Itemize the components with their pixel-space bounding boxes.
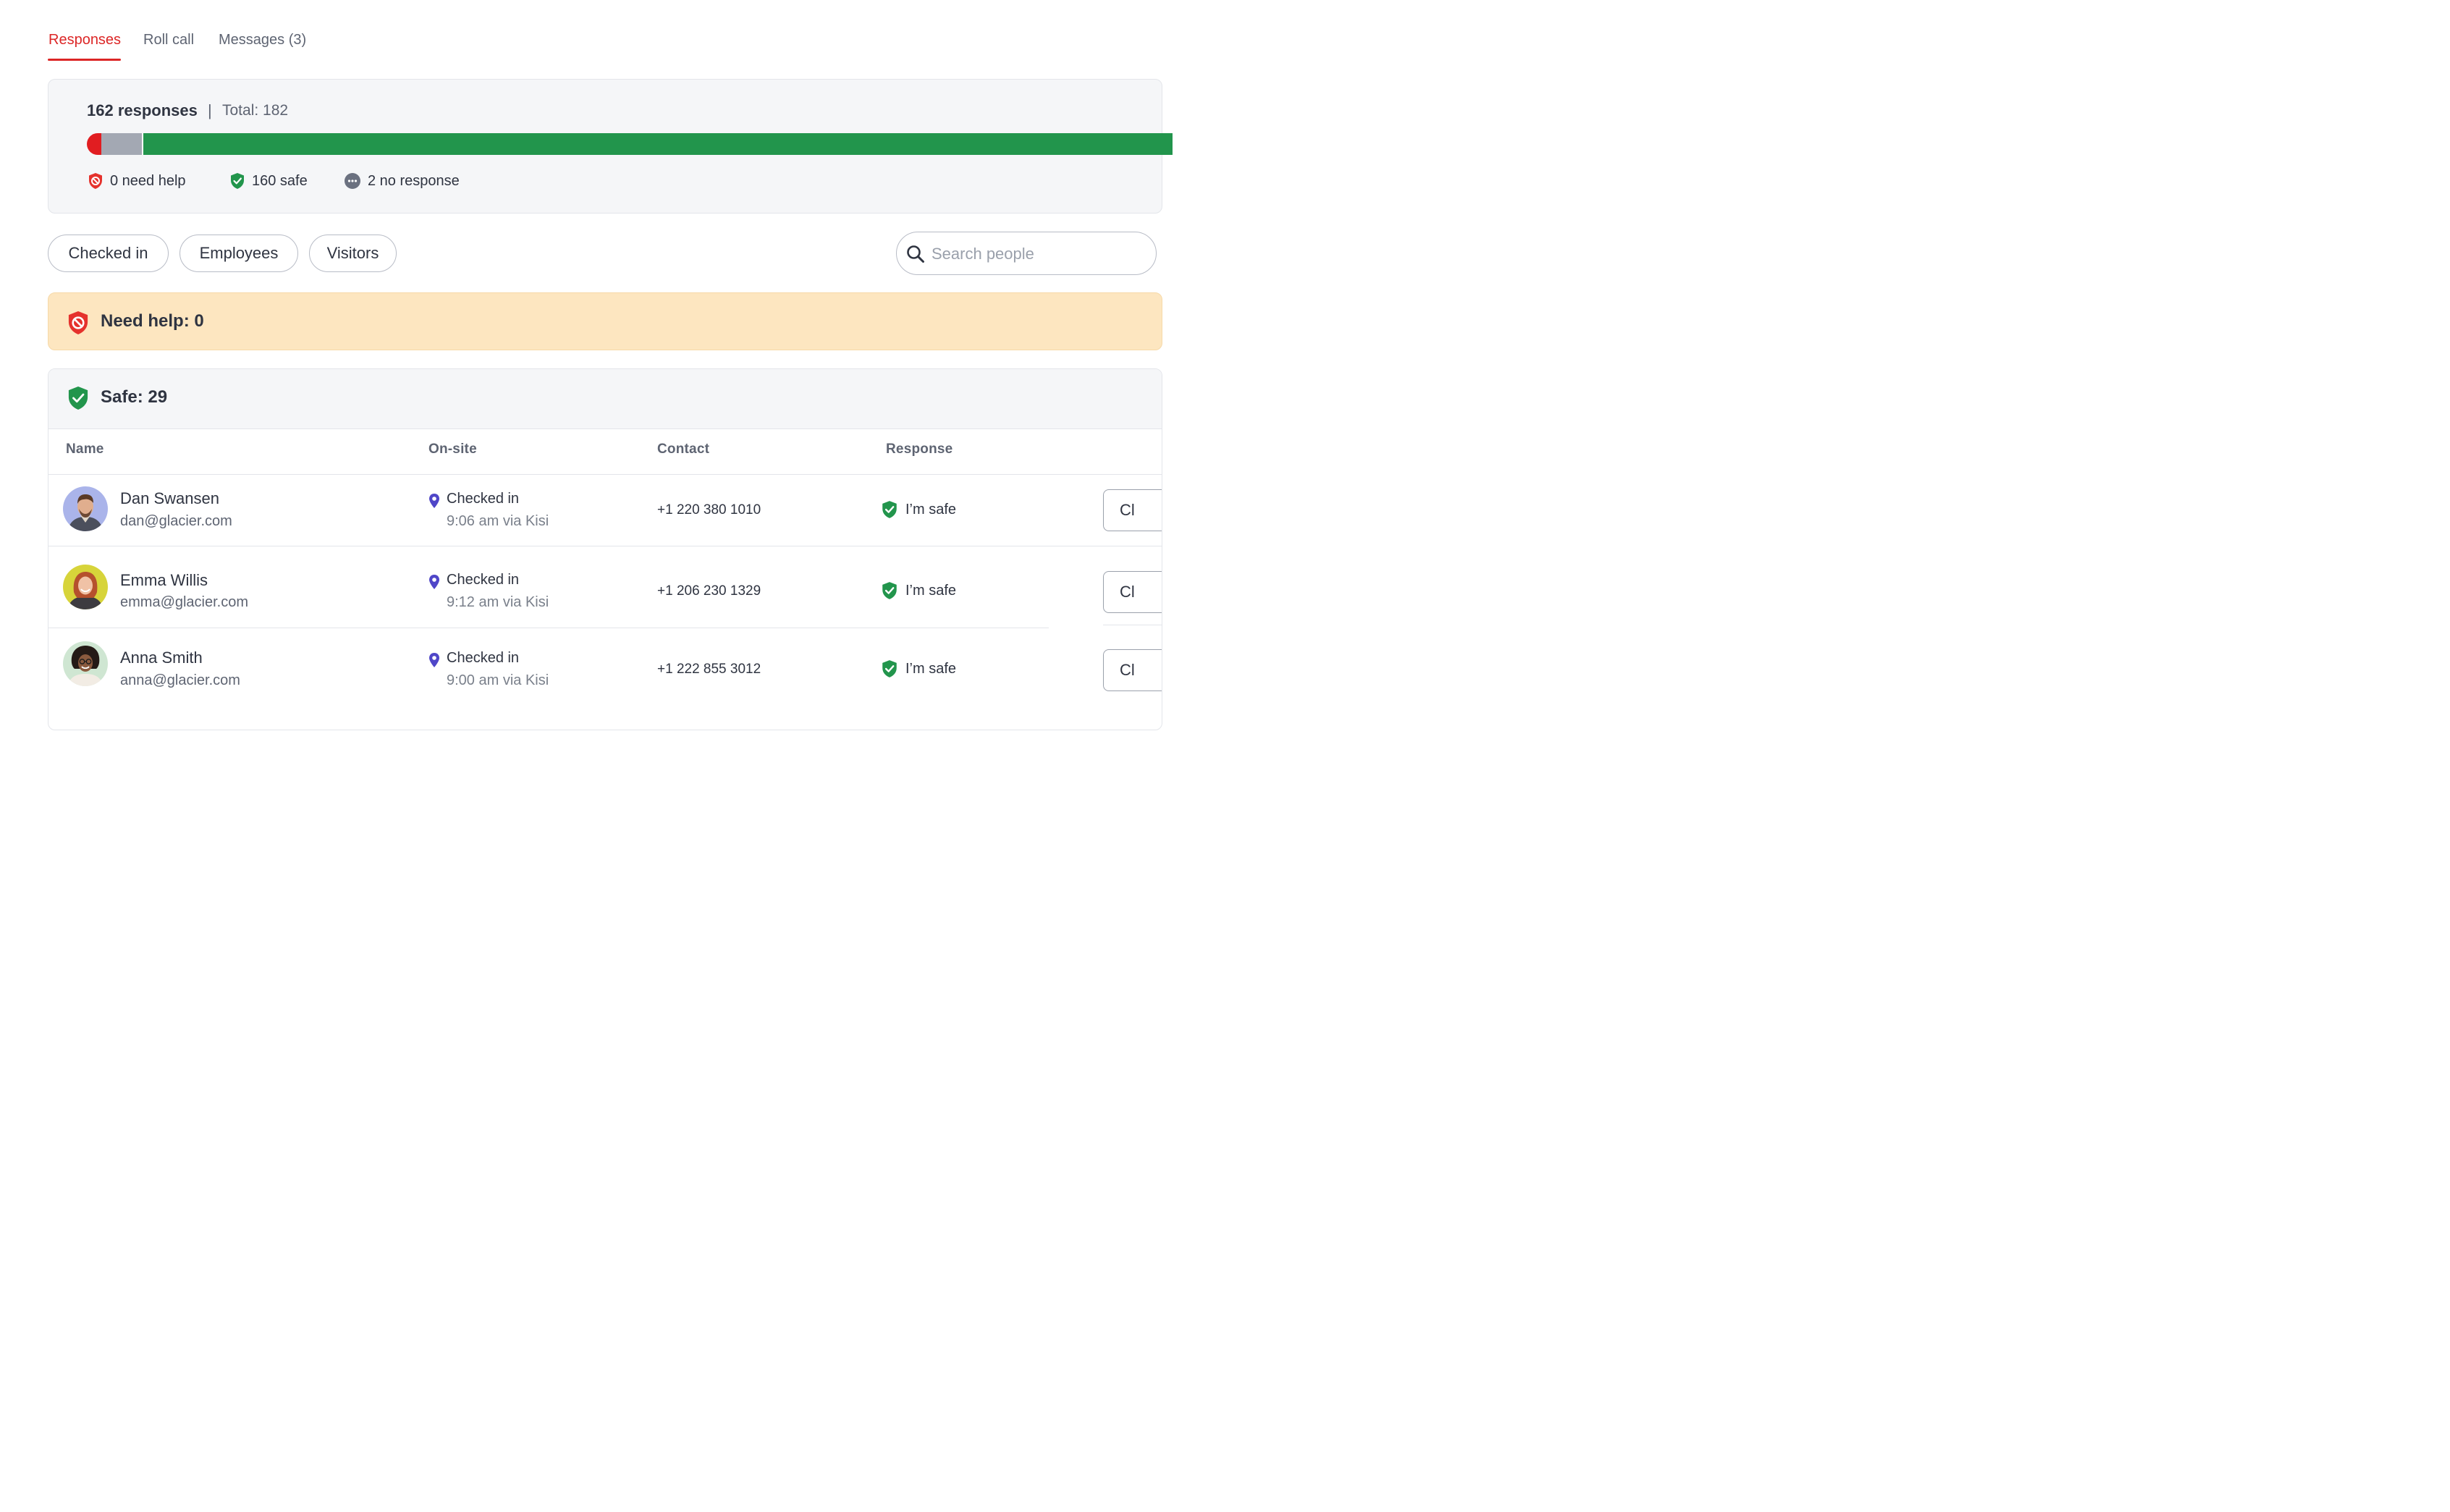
avatar xyxy=(63,486,108,531)
avatar xyxy=(63,565,108,609)
table-row[interactable]: Dan Swansen dan@glacier.com Checked in 9… xyxy=(48,475,1162,546)
shield-check-icon xyxy=(231,173,244,189)
safe-section: Safe: 29 Name On-site Contact Response D… xyxy=(48,368,1162,730)
bar-segment-no-response xyxy=(101,133,143,155)
location-pin-icon xyxy=(429,494,439,508)
location-pin-icon xyxy=(429,653,439,667)
search-input[interactable] xyxy=(930,241,1143,267)
response-status: I’m safe xyxy=(905,583,957,599)
filter-checked-in[interactable]: Checked in xyxy=(48,235,169,272)
bar-segment-safe xyxy=(143,133,1173,155)
contact-phone[interactable]: +1 206 230 1329 xyxy=(657,583,761,599)
response-status: I’m safe xyxy=(905,502,957,518)
person-email: dan@glacier.com xyxy=(120,513,232,529)
safe-section-title: Safe: 29 xyxy=(101,387,168,407)
bar-segment-need-help xyxy=(87,133,101,155)
shield-block-icon xyxy=(68,311,88,334)
column-header-name[interactable]: Name xyxy=(66,442,104,457)
tab-responses[interactable]: Responses xyxy=(48,32,121,48)
legend-need-help-label: 0 need help xyxy=(110,172,186,189)
response-status: I’m safe xyxy=(905,661,957,677)
legend-no-response-label: 2 no response xyxy=(368,172,460,189)
responses-summary-card: 162 responses | Total: 182 0 need help 1… xyxy=(48,79,1173,214)
onsite-detail: 9:12 am via Kisi xyxy=(447,594,549,610)
onsite-status: Checked in xyxy=(447,572,520,588)
person-name[interactable]: Emma Willis xyxy=(120,571,208,590)
onsite-status: Checked in xyxy=(447,650,520,666)
search-icon xyxy=(907,245,924,263)
row-action-button[interactable]: Cl xyxy=(1103,489,1162,531)
responses-progress-bar xyxy=(87,133,1173,155)
person-name[interactable]: Dan Swansen xyxy=(120,489,219,508)
column-header-contact[interactable]: Contact xyxy=(657,442,709,457)
row-action-button[interactable]: Cl xyxy=(1103,649,1162,691)
contact-phone[interactable]: +1 220 380 1010 xyxy=(657,502,761,518)
responses-total: Total: 182 xyxy=(222,102,289,119)
table-row[interactable]: Emma Willis emma@glacier.com Checked in … xyxy=(48,546,1162,627)
shield-check-icon xyxy=(68,387,88,410)
filter-employees[interactable]: Employees xyxy=(179,235,298,272)
safe-section-header[interactable]: Safe: 29 xyxy=(48,369,1162,429)
need-help-section[interactable]: Need help: 0 xyxy=(48,292,1162,350)
dots-circle-icon xyxy=(345,173,360,189)
tab-messages[interactable]: Messages (3) xyxy=(219,32,306,48)
onsite-detail: 9:06 am via Kisi xyxy=(447,513,549,529)
person-name[interactable]: Anna Smith xyxy=(120,649,203,667)
legend-safe: 160 safe xyxy=(229,172,308,190)
summary-separator: | xyxy=(208,101,212,119)
search-box[interactable] xyxy=(896,232,1157,275)
row-action-button[interactable]: Cl xyxy=(1103,571,1162,613)
column-header-onsite[interactable]: On-site xyxy=(428,442,477,457)
shield-check-icon xyxy=(882,660,897,677)
person-email: anna@glacier.com xyxy=(120,672,240,688)
legend-safe-label: 160 safe xyxy=(252,172,308,189)
shield-check-icon xyxy=(882,501,897,518)
responses-count: 162 responses xyxy=(87,101,198,119)
legend-need-help: 0 need help xyxy=(88,172,186,190)
shield-check-icon xyxy=(882,582,897,599)
filter-visitors[interactable]: Visitors xyxy=(309,235,397,272)
onsite-detail: 9:00 am via Kisi xyxy=(447,672,549,688)
location-pin-icon xyxy=(429,575,439,589)
shield-block-icon xyxy=(89,173,102,189)
table-row[interactable]: Anna Smith anna@glacier.com Checked in 9… xyxy=(48,628,1162,708)
contact-phone[interactable]: +1 222 855 3012 xyxy=(657,662,761,677)
tab-roll-call[interactable]: Roll call xyxy=(143,32,194,48)
avatar xyxy=(63,641,108,686)
need-help-title: Need help: 0 xyxy=(101,311,204,331)
legend-no-response: 2 no response xyxy=(344,172,460,190)
person-email: emma@glacier.com xyxy=(120,594,249,610)
onsite-status: Checked in xyxy=(447,491,520,507)
column-header-response[interactable]: Response xyxy=(886,442,952,457)
active-tab-indicator xyxy=(48,59,121,61)
